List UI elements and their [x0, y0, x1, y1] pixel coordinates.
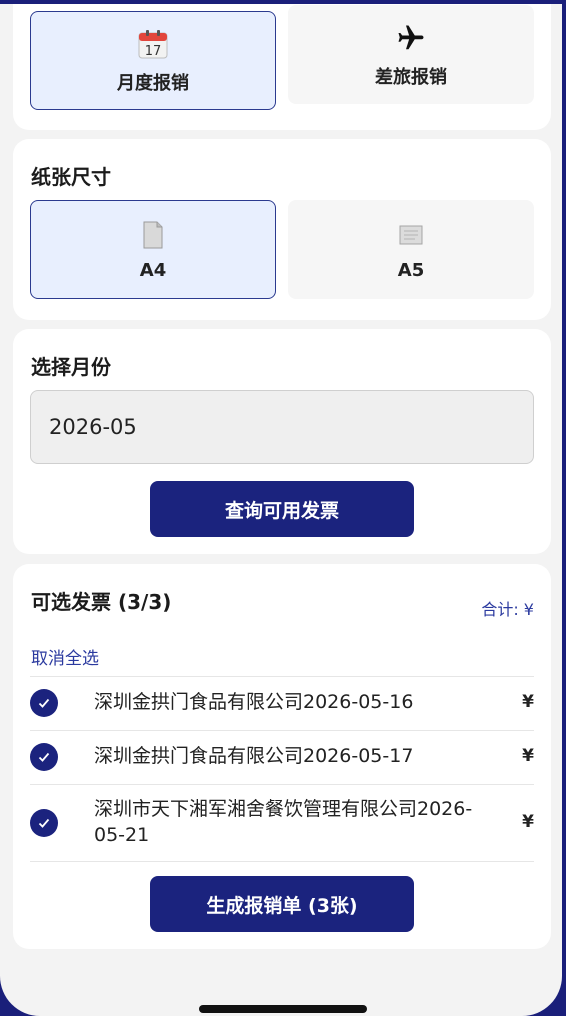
month-input[interactable]: 2026-05: [30, 390, 534, 464]
invoice-row[interactable]: 深圳金拱门食品有限公司2026-05-16 ¥: [30, 676, 534, 730]
paper-size-title: 纸张尺寸: [31, 165, 111, 189]
option-paper-a5[interactable]: A5: [288, 200, 534, 299]
invoices-header: 可选发票 (3/3): [31, 590, 172, 614]
invoice-name: 深圳市天下湘军湘舍餐饮管理有限公司2026-05-21: [94, 798, 473, 846]
option-paper-a4[interactable]: A4: [30, 200, 276, 299]
airplane-icon: [396, 21, 426, 55]
checkmark-icon[interactable]: [30, 689, 58, 717]
report-type-card: 17 月度报销 差旅报销: [13, 4, 551, 130]
query-invoices-button[interactable]: 查询可用发票: [150, 481, 414, 537]
paper-a5-icon: [397, 218, 425, 252]
option-label: A4: [139, 260, 167, 281]
deselect-all-link[interactable]: 取消全选: [31, 644, 99, 669]
app-screen: 17 月度报销 差旅报销 纸张尺寸 A4 A5 选择月份 2026-05 查询可…: [0, 4, 562, 1016]
invoice-amount: ¥: [522, 692, 534, 712]
invoice-name: 深圳金拱门食品有限公司2026-05-16: [94, 691, 414, 713]
month-title: 选择月份: [31, 355, 111, 379]
invoices-total: 合计: ¥: [481, 600, 534, 619]
option-label: A5: [397, 260, 425, 281]
month-select-card: 选择月份 2026-05 查询可用发票: [13, 329, 551, 554]
divider: [30, 861, 534, 862]
option-monthly-report[interactable]: 17 月度报销: [30, 11, 276, 110]
invoice-amount: ¥: [522, 812, 534, 832]
invoice-amount: ¥: [522, 746, 534, 766]
svg-text:17: 17: [145, 44, 162, 59]
option-label: 差旅报销: [375, 66, 447, 88]
paper-a4-icon: [140, 218, 166, 252]
checkmark-icon[interactable]: [30, 809, 58, 837]
invoice-row[interactable]: 深圳市天下湘军湘舍餐饮管理有限公司2026-05-21 ¥: [30, 784, 534, 861]
option-travel-report[interactable]: 差旅报销: [288, 5, 534, 104]
option-label: 月度报销: [117, 72, 189, 94]
invoice-name: 深圳金拱门食品有限公司2026-05-17: [94, 745, 414, 767]
calendar-icon: 17: [137, 27, 169, 61]
paper-size-card: 纸张尺寸 A4 A5: [13, 139, 551, 320]
home-indicator: [199, 1005, 367, 1013]
invoices-card: 可选发票 (3/3) 合计: ¥ 取消全选 深圳金拱门食品有限公司2026-05…: [13, 564, 551, 949]
generate-report-button[interactable]: 生成报销单 (3张): [150, 876, 414, 932]
checkmark-icon[interactable]: [30, 743, 58, 771]
invoice-row[interactable]: 深圳金拱门食品有限公司2026-05-17 ¥: [30, 730, 534, 784]
